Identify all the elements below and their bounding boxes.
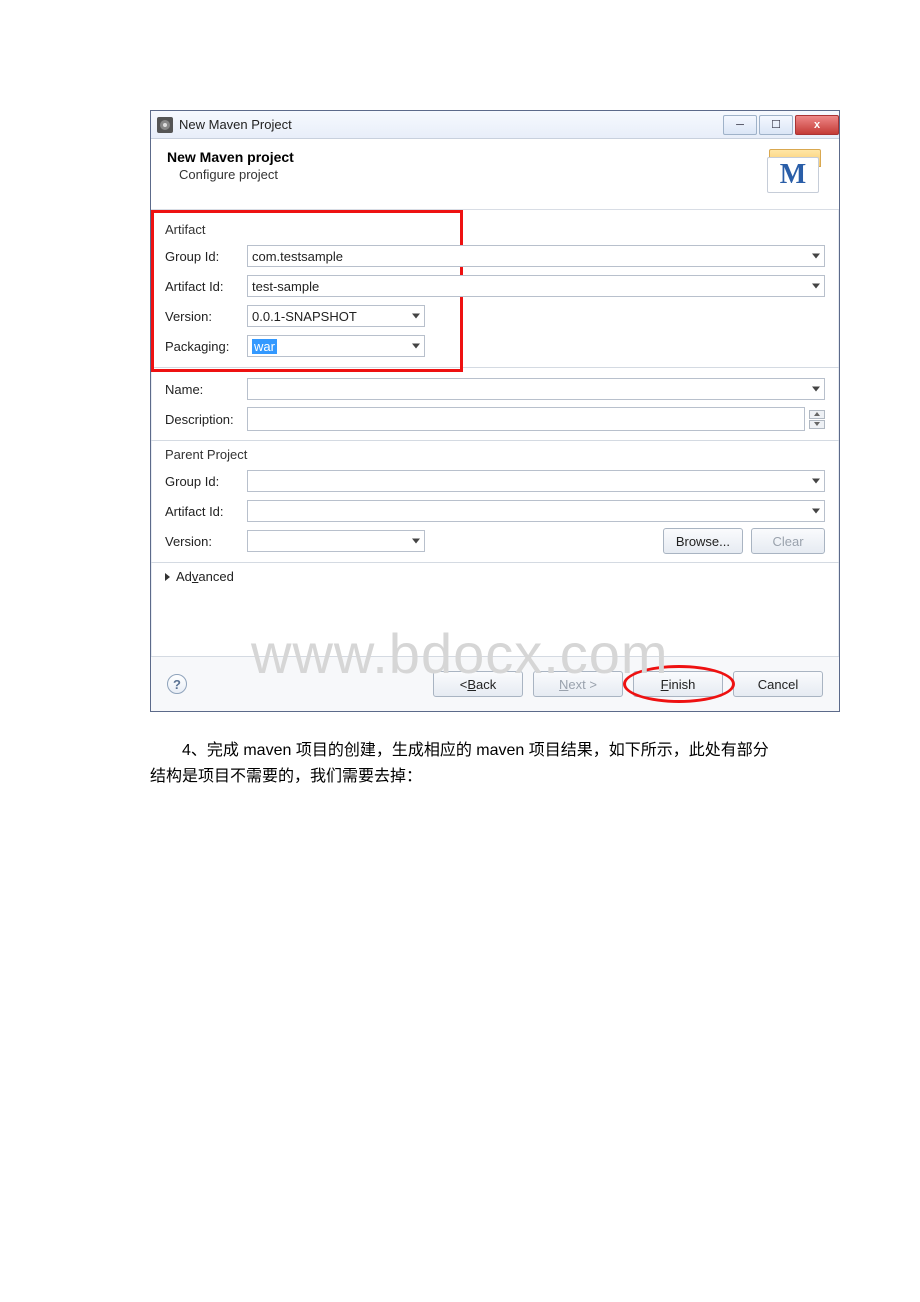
label-parent-group-id: Group Id: (165, 474, 247, 489)
spinner-down-icon[interactable] (809, 420, 825, 429)
finish-button[interactable]: Finish (633, 671, 723, 697)
help-icon[interactable]: ? (167, 674, 187, 694)
chevron-down-icon[interactable] (412, 314, 420, 319)
back-button[interactable]: < Back (433, 671, 523, 697)
input-description[interactable] (247, 407, 805, 431)
wizard-button-bar: ? < Back Next > Finish Cancel (151, 656, 839, 711)
cancel-button[interactable]: Cancel (733, 671, 823, 697)
titlebar: New Maven Project ─ ☐ x (151, 111, 839, 139)
label-parent-version: Version: (165, 534, 247, 549)
wizard-content: Artifact Group Id: com.testsample Artifa… (151, 210, 839, 656)
clear-button[interactable]: Clear (751, 528, 825, 554)
description-spinner[interactable] (809, 410, 825, 429)
minimize-button[interactable]: ─ (723, 115, 757, 135)
caption-text: 4、完成 maven 项目的创建，生成相应的 maven 项目结果，如下所示，此… (150, 738, 770, 789)
label-description: Description: (165, 412, 247, 427)
window-title: New Maven Project (179, 117, 292, 132)
chevron-down-icon[interactable] (412, 344, 420, 349)
wizard-subtitle: Configure project (179, 167, 767, 182)
dialog-new-maven-project: New Maven Project ─ ☐ x New Maven projec… (150, 110, 840, 712)
wizard-title: New Maven project (167, 149, 767, 165)
wizard-banner: New Maven project Configure project M (151, 139, 839, 210)
next-button: Next > (533, 671, 623, 697)
section-parent-project: Parent Project (165, 447, 825, 462)
browse-button[interactable]: Browse... (663, 528, 743, 554)
input-group-id[interactable]: com.testsample (247, 245, 825, 267)
chevron-down-icon[interactable] (412, 539, 420, 544)
chevron-down-icon[interactable] (812, 387, 820, 392)
chevron-down-icon[interactable] (812, 254, 820, 259)
input-name[interactable] (247, 378, 825, 400)
input-parent-group-id[interactable] (247, 470, 825, 492)
input-artifact-id[interactable]: test-sample (247, 275, 825, 297)
label-group-id: Group Id: (165, 249, 247, 264)
maximize-button[interactable]: ☐ (759, 115, 793, 135)
advanced-toggle[interactable]: Advanced (165, 569, 825, 584)
input-parent-artifact-id[interactable] (247, 500, 825, 522)
select-packaging[interactable]: war (247, 335, 425, 357)
app-icon (157, 117, 173, 133)
label-packaging: Packaging: (165, 339, 247, 354)
input-parent-version[interactable] (247, 530, 425, 552)
label-artifact-id: Artifact Id: (165, 279, 247, 294)
section-artifact: Artifact (165, 222, 825, 237)
chevron-down-icon[interactable] (812, 284, 820, 289)
spinner-up-icon[interactable] (809, 410, 825, 419)
label-version: Version: (165, 309, 247, 324)
label-name: Name: (165, 382, 247, 397)
triangle-right-icon (165, 573, 170, 581)
input-version[interactable]: 0.0.1-SNAPSHOT (247, 305, 425, 327)
chevron-down-icon[interactable] (812, 509, 820, 514)
label-parent-artifact-id: Artifact Id: (165, 504, 247, 519)
chevron-down-icon[interactable] (812, 479, 820, 484)
close-button[interactable]: x (795, 115, 839, 135)
maven-wizard-icon: M (767, 149, 821, 195)
